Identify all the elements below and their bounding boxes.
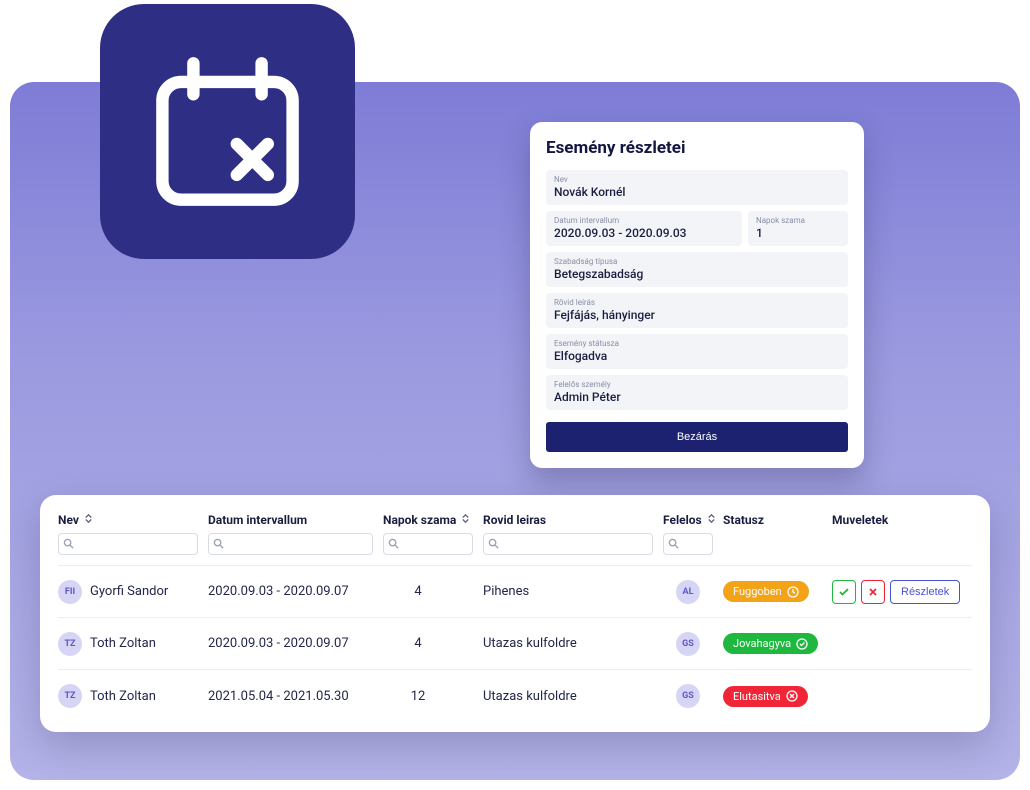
status-badge: Jovahagyva: [723, 633, 818, 654]
search-input-description[interactable]: [483, 533, 653, 555]
field-value: Admin Péter: [554, 390, 840, 404]
avatar: TZ: [58, 632, 82, 656]
field-value: 1: [756, 226, 840, 240]
approve-button[interactable]: [832, 580, 856, 604]
field-label: Esemény státusza: [554, 339, 840, 348]
detail-field-status: Esemény státusza Elfogadva: [546, 334, 848, 369]
status-badge: Fuggoben: [723, 581, 809, 602]
reject-button[interactable]: [861, 580, 885, 604]
column-label: Napok szama: [383, 513, 456, 527]
cell-days: 4: [383, 584, 483, 599]
field-value: Elfogadva: [554, 349, 840, 363]
column-label: Datum intervallum: [208, 513, 307, 527]
cell-date: 2020.09.03 - 2020.09.07: [208, 636, 383, 651]
avatar: FII: [58, 580, 82, 604]
status-badge: Elutasitva: [723, 686, 808, 707]
cell-date: 2021.05.04 - 2021.05.30: [208, 689, 383, 704]
field-value: Novák Kornél: [554, 185, 840, 199]
cell-name: Toth Zoltan: [90, 689, 156, 704]
cell-description: Utazas kulfoldre: [483, 636, 663, 651]
detail-field-description: Rövid leírás Fejfájás, hányinger: [546, 293, 848, 328]
field-label: Felelős személy: [554, 380, 840, 389]
field-value: Betegszabadság: [554, 267, 840, 281]
cell-description: Pihenes: [483, 584, 663, 599]
field-label: Napok szama: [756, 216, 840, 225]
calendar-cancel-icon: [100, 4, 355, 259]
table-header-row: Nev Datum intervallum Napok szama: [58, 513, 972, 566]
column-header-days[interactable]: Napok szama: [383, 513, 483, 555]
cell-date: 2020.09.03 - 2020.09.07: [208, 584, 383, 599]
column-header-status: Statusz: [723, 513, 823, 527]
search-icon: [488, 538, 499, 549]
search-input-date[interactable]: [208, 533, 373, 555]
cell-days: 4: [383, 636, 483, 651]
close-button[interactable]: Bezárás: [546, 422, 848, 452]
avatar-responsible: GS: [676, 684, 700, 708]
event-details-card: Esemény részletei Nev Novák Kornél Datum…: [530, 122, 864, 468]
sort-icon[interactable]: [83, 513, 94, 527]
search-icon: [213, 538, 224, 549]
table-row: FII Gyorfi Sandor 2020.09.03 - 2020.09.074…: [58, 566, 972, 618]
field-label: Nev: [554, 175, 840, 184]
table-row: TZ Toth Zoltan 2020.09.03 - 2020.09.074Uta…: [58, 618, 972, 670]
sort-icon[interactable]: [706, 513, 717, 527]
field-label: Datum intervallum: [554, 216, 734, 225]
column-header-name[interactable]: Nev: [58, 513, 208, 555]
cell-name: Gyorfi Sandor: [90, 584, 168, 599]
details-title: Esemény részletei: [546, 138, 848, 158]
sort-icon[interactable]: [460, 513, 471, 527]
detail-field-type: Szabadság típusa Betegszabadság: [546, 252, 848, 287]
search-icon: [388, 538, 399, 549]
cell-days: 12: [383, 689, 483, 704]
avatar-responsible: GS: [676, 632, 700, 656]
column-header-description[interactable]: Rovid leiras: [483, 513, 663, 555]
detail-field-days: Napok szama 1: [748, 211, 848, 246]
column-label: Statusz: [723, 513, 764, 527]
column-header-date[interactable]: Datum intervallum: [208, 513, 383, 555]
field-label: Rövid leírás: [554, 298, 840, 307]
cell-description: Utazas kulfoldre: [483, 689, 663, 704]
table-row: TZ Toth Zoltan 2021.05.04 - 2021.05.3012Ut…: [58, 670, 972, 722]
search-input-name[interactable]: [58, 533, 198, 555]
events-table: Nev Datum intervallum Napok szama: [40, 495, 990, 732]
avatar: TZ: [58, 684, 82, 708]
column-label: Nev: [58, 513, 79, 527]
search-icon: [63, 538, 74, 549]
search-icon: [668, 538, 679, 549]
cell-name: Toth Zoltan: [90, 636, 156, 651]
column-label: Muveletek: [832, 513, 888, 527]
column-label: Felelos: [663, 513, 702, 527]
field-value: Fejfájás, hányinger: [554, 308, 840, 322]
column-label: Rovid leiras: [483, 513, 546, 527]
column-header-actions: Muveletek: [832, 513, 972, 527]
detail-field-responsible: Felelős személy Admin Péter: [546, 375, 848, 410]
field-value: 2020.09.03 - 2020.09.03: [554, 226, 734, 240]
column-header-responsible[interactable]: Felelos: [663, 513, 723, 555]
details-button[interactable]: Részletek: [890, 580, 960, 604]
detail-field-name: Nev Novák Kornél: [546, 170, 848, 205]
field-label: Szabadság típusa: [554, 257, 840, 266]
avatar-responsible: AL: [676, 580, 700, 604]
detail-field-date: Datum intervallum 2020.09.03 - 2020.09.0…: [546, 211, 742, 246]
